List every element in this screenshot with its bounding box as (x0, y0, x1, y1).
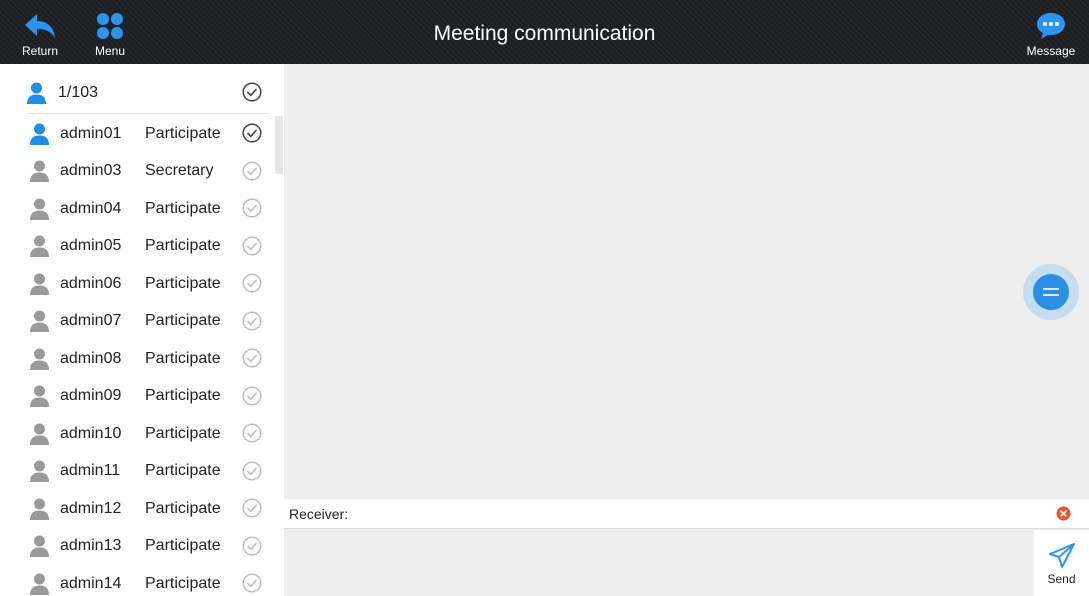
participant-role: Participate (145, 349, 221, 367)
participant-role: Participate (145, 199, 221, 217)
participant-row[interactable]: admin10 Participate (30, 415, 275, 452)
check-circle-icon[interactable] (242, 573, 262, 593)
chat-bubble-icon (1035, 10, 1067, 42)
check-circle-icon[interactable] (242, 160, 262, 181)
participant-row[interactable]: admin04 Participate (30, 190, 275, 227)
participant-role: Participate (145, 387, 221, 404)
floating-menu-icon (1030, 271, 1072, 313)
page-title: Meeting communication (433, 22, 656, 45)
return-button[interactable]: Return (18, 0, 62, 64)
send-button[interactable]: Send (1034, 530, 1089, 596)
return-label: Return (21, 44, 59, 58)
check-circle-icon[interactable] (242, 535, 262, 556)
participant-row[interactable]: admin03 Secretary (30, 153, 275, 190)
check-circle-icon[interactable] (242, 310, 262, 331)
participant-row[interactable]: admin13 Participate (30, 528, 275, 565)
participant-name: admin09 (60, 387, 122, 404)
top-bar: Return Menu Meeting communication Messag… (0, 0, 1089, 64)
clear-x-icon[interactable] (1056, 506, 1071, 521)
receiver-label: Receiver: (289, 506, 349, 522)
participant-name: admin08 (60, 349, 122, 367)
message-input-area[interactable] (284, 530, 1032, 596)
participant-name: admin04 (60, 199, 122, 217)
user-icon (30, 423, 49, 445)
participant-row[interactable]: admin14 Participate (30, 565, 275, 596)
check-circle-icon[interactable] (242, 348, 262, 368)
participant-name: admin11 (60, 462, 121, 479)
participant-summary: 1/103 (27, 73, 269, 114)
user-icon (30, 460, 49, 482)
user-icon (30, 535, 49, 557)
participant-row[interactable]: admin12 Participate (30, 490, 275, 527)
floating-menu-button[interactable] (1023, 264, 1079, 320)
message-label: Message (1026, 44, 1076, 58)
participant-name: admin01 (60, 124, 122, 142)
receiver-bar[interactable]: Receiver: (284, 499, 1089, 529)
participant-name: admin05 (60, 237, 122, 254)
grid-menu-icon (96, 10, 124, 42)
participant-row[interactable]: admin07 Participate (30, 303, 275, 340)
check-circle-icon[interactable] (242, 498, 262, 518)
participant-row[interactable]: admin06 Participate (30, 265, 275, 302)
send-label: Send (1047, 572, 1076, 586)
check-circle-icon[interactable] (242, 123, 262, 143)
participant-row[interactable]: admin01 Participate (30, 115, 275, 152)
participant-row[interactable]: admin08 Participate (30, 340, 275, 377)
participant-name: admin14 (60, 574, 122, 592)
participant-role: Secretary (145, 162, 214, 179)
participant-count: 1/103 (58, 84, 99, 101)
participant-role: Participate (145, 312, 221, 329)
user-icon (30, 348, 49, 370)
check-circle-icon[interactable] (242, 273, 262, 293)
scrollbar-thumb[interactable] (275, 116, 283, 174)
participant-name: admin12 (60, 499, 122, 517)
user-icon (30, 160, 49, 182)
participant-role: Participate (145, 237, 221, 254)
menu-button[interactable]: Menu (88, 0, 132, 64)
participant-role: Participate (145, 574, 221, 592)
menu-label: Menu (94, 44, 126, 58)
participant-role: Participate (145, 499, 221, 517)
participant-name: admin03 (60, 162, 122, 179)
user-icon (30, 198, 49, 220)
participant-row[interactable]: admin09 Participate (30, 378, 275, 415)
participant-role: Participate (145, 537, 221, 554)
participant-name: admin06 (60, 274, 122, 292)
user-icon (30, 310, 49, 332)
return-arrow-icon (23, 10, 57, 42)
check-circle-icon[interactable] (242, 385, 262, 406)
participant-row[interactable]: admin11 Participate (30, 453, 275, 490)
paper-plane-icon (1048, 543, 1075, 568)
message-button[interactable]: Message (1024, 0, 1078, 64)
participant-row[interactable]: admin05 Participate (30, 228, 275, 265)
user-icon (30, 573, 49, 595)
user-icon (30, 235, 49, 257)
participant-name: admin10 (60, 424, 122, 442)
check-circle-icon[interactable] (242, 460, 262, 481)
check-circle-icon[interactable] (242, 235, 262, 256)
participant-role: Participate (145, 124, 221, 142)
user-icon (30, 385, 49, 407)
participant-sidebar: 1/103 admin01 Participate admin03 Secretary… (0, 64, 284, 596)
select-all-check-icon[interactable] (242, 82, 262, 102)
participant-role: Participate (145, 274, 221, 292)
check-circle-icon[interactable] (242, 198, 262, 218)
participant-role: Participate (145, 424, 221, 442)
participant-role: Participate (145, 462, 221, 479)
participant-name: admin07 (60, 312, 122, 329)
user-icon (30, 273, 49, 295)
participant-name: admin13 (60, 537, 122, 554)
user-icon (30, 123, 49, 145)
user-icon (30, 498, 49, 520)
user-icon (27, 82, 46, 104)
check-circle-icon[interactable] (242, 423, 262, 443)
